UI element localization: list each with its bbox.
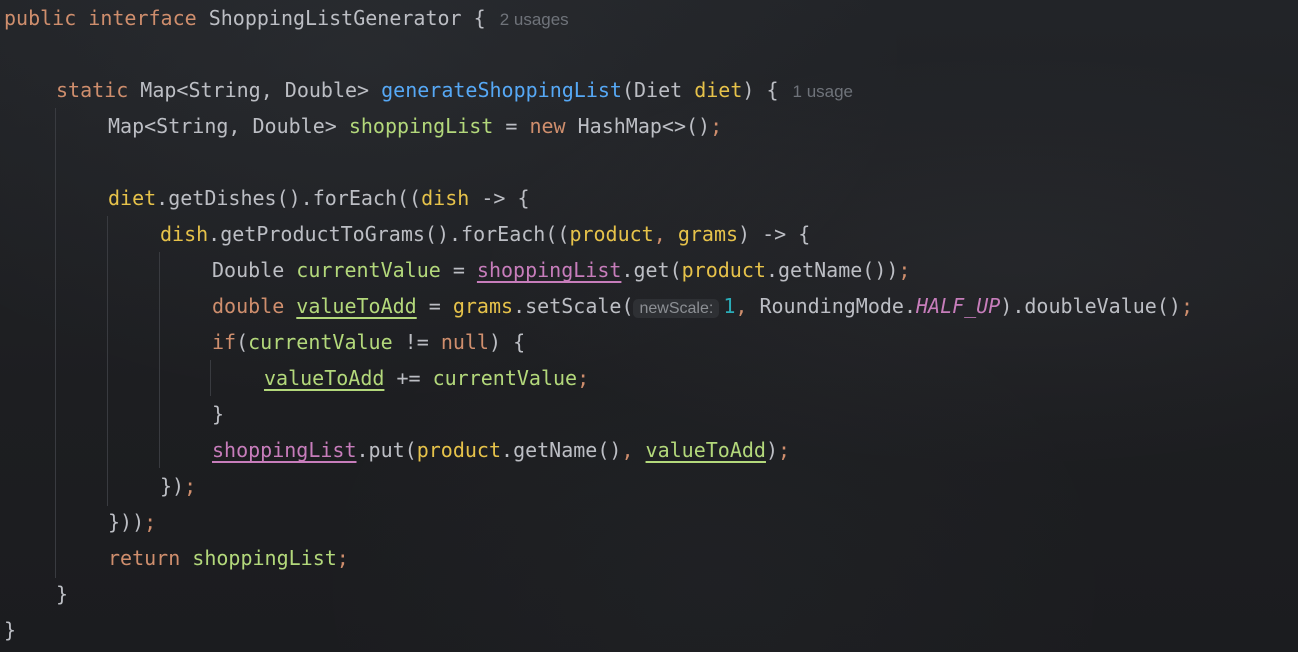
lambda-param-product: product: [569, 222, 654, 246]
param-type: Diet: [634, 78, 683, 102]
code-line-17[interactable]: }: [56, 576, 68, 612]
ref-value-to-add: valueToAdd: [645, 438, 766, 462]
ref-value-to-add: valueToAdd: [264, 366, 385, 390]
keyword-new: new: [529, 114, 566, 138]
code-line-3[interactable]: static Map<String, Double> generateShopp…: [56, 72, 853, 108]
call-get: get: [633, 258, 670, 282]
ref-shopping-list: shoppingList: [212, 438, 357, 462]
code-line-6[interactable]: diet.getDishes().forEach((dish -> {: [108, 180, 530, 216]
ref-product: product: [681, 258, 766, 282]
keyword-double: double: [212, 294, 285, 318]
usages-hint[interactable]: 2 usages: [500, 10, 569, 29]
call-get-name: getName: [777, 258, 863, 282]
call-get-name: getName: [513, 438, 598, 462]
ref-product: product: [416, 438, 502, 462]
code-editor[interactable]: public interface ShoppingListGenerator {…: [0, 0, 1298, 652]
brace-open: {: [473, 6, 486, 30]
param-name-hint[interactable]: newScale:: [633, 299, 720, 318]
ref-dish: dish: [160, 222, 209, 246]
call-for-each: forEach: [461, 222, 546, 246]
method-name[interactable]: generateShoppingList: [381, 78, 622, 102]
keyword-null: null: [440, 330, 489, 354]
code-line-11[interactable]: valueToAdd += currentValue;: [264, 360, 589, 396]
code-line-15[interactable]: }));: [108, 504, 156, 540]
ref-shopping-list: shoppingList: [476, 258, 622, 282]
call-get-dishes: getDishes: [168, 186, 277, 210]
const-half-up: HALF_UP: [916, 294, 1001, 318]
var-type: Map<String, Double>: [108, 114, 337, 138]
code-line-16[interactable]: return shoppingList;: [108, 540, 349, 576]
keyword-interface: interface: [88, 6, 197, 30]
keyword-public: public: [4, 6, 77, 30]
call-for-each: forEach: [312, 186, 398, 210]
lambda-param-grams: grams: [677, 222, 739, 246]
ref-grams: grams: [452, 294, 514, 318]
indent-guide-lambda-outer: [107, 216, 108, 506]
code-line-14[interactable]: });: [160, 468, 196, 504]
call-put: put: [368, 438, 405, 462]
code-line-18[interactable]: }: [4, 612, 16, 648]
code-line-4[interactable]: Map<String, Double> shoppingList = new H…: [108, 108, 722, 144]
indent-guide-lambda-inner: [159, 252, 160, 468]
var-current-value: currentValue: [296, 258, 441, 282]
code-line-13[interactable]: shoppingList.put(product.getName(), valu…: [212, 432, 790, 468]
code-line-9[interactable]: double valueToAdd = grams.setScale(newSc…: [212, 288, 1193, 324]
var-value-to-add: valueToAdd: [296, 294, 417, 318]
keyword-static: static: [56, 78, 129, 102]
class-rounding-mode: RoundingMode: [759, 294, 904, 318]
code-line-1[interactable]: public interface ShoppingListGenerator {…: [4, 0, 569, 36]
call-get-product-to-grams: getProductToGrams: [220, 222, 425, 246]
var-shopping-list: shoppingList: [348, 114, 494, 138]
param-diet: diet: [694, 78, 743, 102]
lambda-param-dish: dish: [421, 186, 470, 210]
ref-diet: diet: [108, 186, 157, 210]
ref-current-value: currentValue: [248, 330, 393, 354]
ref-shopping-list: shoppingList: [192, 546, 337, 570]
constructor-hashmap: HashMap<>(): [577, 114, 711, 138]
indent-guide-if: [210, 360, 211, 396]
keyword-return: return: [108, 546, 181, 570]
indent-guide-method: [55, 108, 56, 578]
call-set-scale: setScale: [525, 294, 622, 318]
usages-hint[interactable]: 1 usage: [793, 82, 854, 101]
code-line-10[interactable]: if(currentValue != null) {: [212, 324, 525, 360]
ref-current-value: currentValue: [432, 366, 578, 390]
code-line-7[interactable]: dish.getProductToGrams().forEach((produc…: [160, 216, 810, 252]
code-line-12[interactable]: }: [212, 396, 224, 432]
keyword-if: if: [212, 330, 237, 354]
return-type: Map<String, Double>: [140, 78, 370, 102]
interface-name[interactable]: ShoppingListGenerator: [209, 6, 462, 30]
call-double-value: doubleValue: [1024, 294, 1157, 318]
number-literal: 1: [723, 294, 736, 318]
var-type-double: Double: [212, 258, 285, 282]
code-line-8[interactable]: Double currentValue = shoppingList.get(p…: [212, 252, 910, 288]
